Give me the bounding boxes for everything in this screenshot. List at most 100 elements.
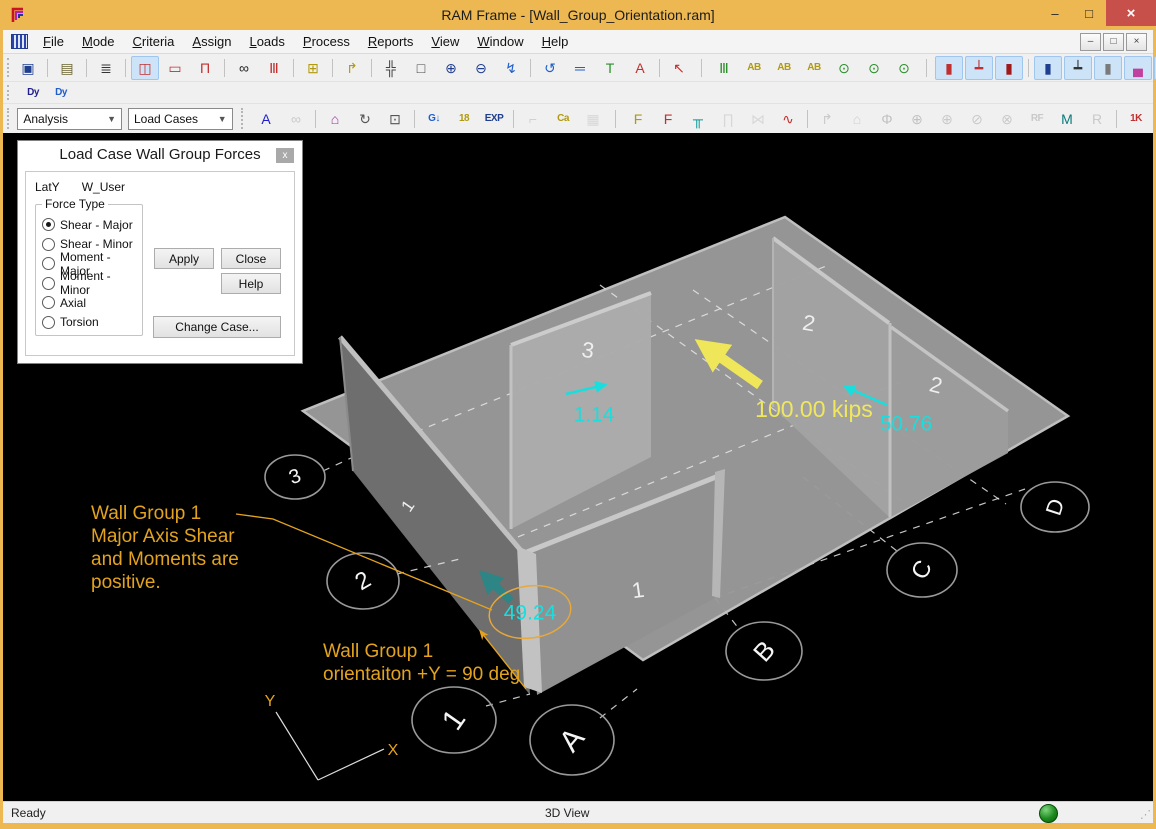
zoom-out-icon[interactable]: ⊖ [467,56,495,80]
menu-reports[interactable]: Reports [359,33,423,50]
mass-loads-icon[interactable]: 18 [450,107,478,131]
apply-button[interactable]: Apply [154,248,214,269]
dialog-close-button[interactable]: x [276,148,294,163]
brackets-disabled-icon[interactable]: ∏ [714,107,742,131]
text-annotate-icon[interactable]: A [252,107,280,131]
view-3d-icon[interactable]: ◫ [131,56,159,80]
case-label-laty[interactable]: LatY [35,180,60,194]
mdi-restore-button[interactable]: □ [1103,33,1124,51]
menu-view[interactable]: View [422,33,468,50]
show-braces-icon[interactable]: A [626,56,654,80]
circle-combined-disabled-icon[interactable]: ⊗ [993,107,1021,131]
beam-disabled-icon[interactable]: ⌐ [519,107,547,131]
toolbar-drag-handle[interactable] [7,108,13,128]
remove-forces-icon[interactable]: F [654,107,682,131]
member-forces-icon[interactable]: Ⅲ [260,56,288,80]
dialog-close-button-2[interactable]: Close [221,248,281,269]
save-icon[interactable]: ▣ [14,56,42,80]
menu-file[interactable]: File [34,33,73,50]
circle-disp-disabled-icon[interactable]: ⊕ [933,107,961,131]
export-icon[interactable]: EXP [480,107,508,131]
view-plan-icon[interactable]: ▭ [161,56,189,80]
beam-numbers-top-icon[interactable]: AB [770,56,798,80]
frame-shading-icon[interactable]: ⌂ [321,107,349,131]
toolbar-drag-handle[interactable] [241,108,247,128]
wall-shear-icon[interactable]: ▮ [935,56,963,80]
circle-plus-disabled-icon[interactable]: ⊕ [903,107,931,131]
show-beams-icon[interactable]: ═ [566,56,594,80]
phi-disabled-icon[interactable]: Φ [873,107,901,131]
help-button[interactable]: Help [221,273,281,294]
mode-shape-icon[interactable]: ∿ [774,107,802,131]
report-list-icon[interactable]: ≣ [92,56,120,80]
pan-icon[interactable]: ╬ [377,56,405,80]
reaction-r-disabled-icon[interactable]: R [1083,107,1111,131]
load-case-ca-icon[interactable]: Ca [549,107,577,131]
menu-criteria[interactable]: Criteria [124,33,184,50]
menu-loads[interactable]: Loads [240,33,293,50]
wall-support-icon[interactable]: ┷ [965,56,993,80]
frame-edit-disabled-icon[interactable]: ⌂ [843,107,871,131]
case-label-wuser[interactable]: W_User [82,180,125,194]
mdi-minimize-button[interactable]: – [1080,33,1101,51]
moment-anchor-icon[interactable]: M [1053,107,1081,131]
foundation-icon[interactable]: ▄ [1124,56,1152,80]
zoom-box-icon[interactable]: □ [407,56,435,80]
node-numbers-bottom-icon[interactable]: ⊙ [890,56,918,80]
wall-solid-icon[interactable]: ▮ [995,56,1023,80]
maximize-button[interactable]: □ [1072,0,1106,26]
find-members-icon[interactable]: ∞ [230,56,258,80]
view-elevation-icon[interactable]: Π [191,56,219,80]
pattern-disabled-icon[interactable]: ▦ [579,107,607,131]
toolbar-drag-handle[interactable] [7,85,15,100]
resize-grip[interactable]: ⋰ [1140,808,1150,821]
beam-numbers-icon[interactable]: AB [740,56,768,80]
wall-gray-icon[interactable]: ▮ [1094,56,1122,80]
find-disabled-icon[interactable]: ∞ [282,107,310,131]
rotate-view-icon[interactable]: ↺ [536,56,564,80]
close-button[interactable]: × [1106,0,1156,26]
bowtie-disabled-icon[interactable]: ⋈ [744,107,772,131]
print-icon[interactable]: ▤ [53,56,81,80]
load-cases-combo[interactable]: Load Cases ▼ [128,108,233,130]
change-case-button[interactable]: Change Case... [153,316,281,338]
circle-rot-disabled-icon[interactable]: ⊘ [963,107,991,131]
rf-disabled-icon[interactable]: RF [1023,107,1051,131]
toolbar-drag-handle[interactable] [7,58,9,77]
radio-label: Torsion [60,315,99,329]
mdi-close-button[interactable]: × [1126,33,1147,51]
support-fixed-icon[interactable]: ┷ [1064,56,1092,80]
zoom-dynamic-icon[interactable]: ↯ [497,56,525,80]
radio-shear-major[interactable]: Shear - Major [42,215,140,235]
applied-forces-icon[interactable]: F [624,107,652,131]
select-pointer-icon[interactable]: ↖ [665,56,693,80]
gravity-loads-icon[interactable]: G↓ [420,107,448,131]
frame-arrow-icon[interactable]: ↱ [338,56,366,80]
radio-axial[interactable]: Axial [42,293,140,313]
chart-1k-icon[interactable]: 1K [1122,107,1150,131]
rotate-case-icon[interactable]: ↻ [351,107,379,131]
radio-moment-minor[interactable]: Moment - Minor [42,274,140,294]
menu-mode[interactable]: Mode [73,33,124,50]
drift-at-point-icon[interactable]: Dy [48,83,74,103]
wall-blue-icon[interactable]: ▮ [1034,56,1062,80]
show-load-lines-icon[interactable]: Ⅲ [710,56,738,80]
menu-assign[interactable]: Assign [183,33,240,50]
zoom-in-icon[interactable]: ⊕ [437,56,465,80]
node-numbers-icon[interactable]: ⊙ [830,56,858,80]
beam-numbers-bottom-icon[interactable]: AB [800,56,828,80]
frame-grid-icon[interactable]: ⊞ [299,56,327,80]
story-drift-icon[interactable]: Dy [20,83,46,103]
reactions-icon[interactable]: ╥ [684,107,712,131]
menu-help[interactable]: Help [533,33,578,50]
minimize-button[interactable]: – [1038,0,1072,26]
case-box-icon[interactable]: ⊡ [381,107,409,131]
mode-combo[interactable]: Analysis ▼ [17,108,122,130]
3d-viewport[interactable]: 3 2 1 A B C D [3,133,1153,801]
menu-process[interactable]: Process [294,33,359,50]
menu-window[interactable]: Window [468,33,532,50]
node-numbers-top-icon[interactable]: ⊙ [860,56,888,80]
arrow-bend-disabled-icon[interactable]: ↱ [813,107,841,131]
radio-torsion[interactable]: Torsion [42,313,140,333]
show-columns-icon[interactable]: Τ [596,56,624,80]
